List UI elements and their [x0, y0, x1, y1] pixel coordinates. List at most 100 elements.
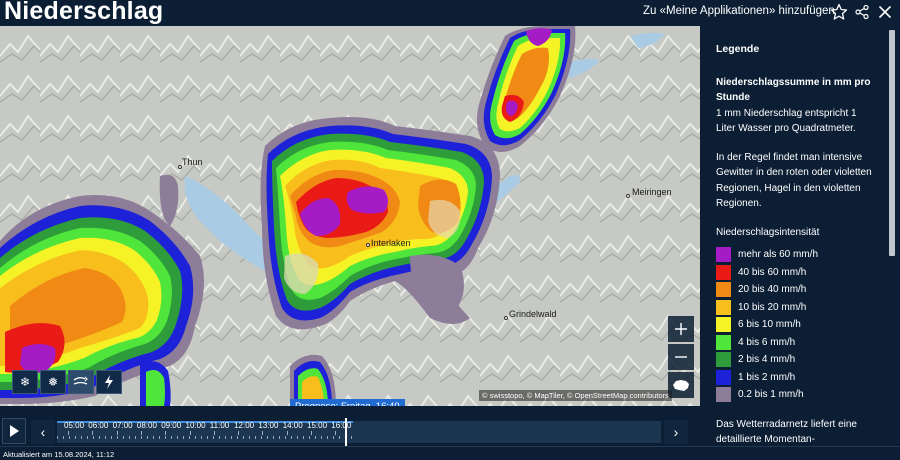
- play-icon: [10, 425, 19, 437]
- timeline-hour-tick: [165, 431, 167, 435]
- meiringen-marker: [626, 194, 630, 198]
- legend-item-label: 0.2 bis 1 mm/h: [738, 389, 804, 400]
- legend-swatch: [716, 369, 731, 385]
- layer-wind-button[interactable]: [68, 370, 94, 394]
- legend-item-label: 1 bis 2 mm/h: [738, 371, 796, 383]
- legend-item: 10 bis 20 mm/h: [716, 299, 878, 317]
- timeline-hour-label[interactable]: 07:00: [113, 421, 133, 430]
- zoom-out-button[interactable]: [668, 344, 694, 370]
- legend-scrollbar[interactable]: [889, 30, 895, 256]
- legend-item: 4 bis 6 mm/h: [716, 334, 878, 352]
- legend-description: 1 mm Niederschlag entspricht 1 Liter Was…: [716, 107, 857, 135]
- timeline-hour-tick: [262, 431, 264, 435]
- reset-view-button[interactable]: [668, 372, 694, 398]
- layer-hail-icon: ❄: [19, 375, 31, 389]
- timeline-hour-label[interactable]: 05:00: [64, 421, 84, 430]
- legend-item: 0.2 bis 1 mm/h: [716, 386, 878, 404]
- previous-step-button[interactable]: ‹: [31, 420, 55, 444]
- timeline-hour-label[interactable]: 09:00: [161, 421, 181, 430]
- legend-swatch: [716, 264, 731, 280]
- close-icon[interactable]: [875, 2, 895, 22]
- legend-item: 1 bis 2 mm/h: [716, 369, 878, 387]
- timeline-track[interactable]: 05:00 06:00 07:00 08:00 09:00 10:00 11:00 12:00…: [57, 421, 661, 443]
- timeline-hour-tick: [238, 431, 240, 435]
- footer-bar: Aktualisiert am 15.08.2024, 11:12: [0, 446, 900, 460]
- legend-radar-note: Das Wetterradarnetz liefert eine detaill…: [716, 418, 857, 446]
- switzerland-icon: [673, 379, 689, 391]
- add-to-my-apps-link[interactable]: Zu «Meine Applikationen» hinzufügen: [643, 5, 835, 17]
- map-canvas[interactable]: [0, 26, 700, 406]
- page-title: Niederschlag: [4, 0, 164, 25]
- timeline-hour-tick: [189, 431, 191, 435]
- place-label-interlaken: Interlaken: [371, 238, 411, 248]
- legend-item-label: 4 bis 6 mm/h: [738, 336, 796, 348]
- last-updated-text: Aktualisiert am 15.08.2024, 11:12: [3, 450, 115, 459]
- legend-item: 20 bis 40 mm/h: [716, 281, 878, 299]
- map-attribution[interactable]: © swisstopo, © MapTiler, © OpenStreetMap…: [479, 390, 672, 401]
- place-label-meiringen: Meiringen: [632, 187, 672, 197]
- layer-snow-icon: ❅: [47, 375, 59, 389]
- play-button[interactable]: [2, 418, 26, 444]
- legend-item: mehr als 60 mm/h: [716, 246, 878, 264]
- layer-snow-button[interactable]: ❅: [40, 370, 66, 394]
- timeline-hour-tick: [92, 431, 94, 435]
- intensity-heading: Niederschlagsintensität: [716, 226, 820, 238]
- legend-item: 40 bis 60 mm/h: [716, 264, 878, 282]
- timeline-minor-ticks: [57, 436, 353, 439]
- legend-title: Legende: [716, 43, 760, 55]
- timeline-hour-label[interactable]: 16:00: [331, 421, 351, 430]
- star-icon[interactable]: [829, 2, 849, 22]
- timeline-hour-label[interactable]: 11:00: [210, 421, 229, 430]
- interlaken-marker: [366, 243, 370, 247]
- zoom-in-icon: [675, 323, 687, 335]
- timeline-hour-label[interactable]: 15:00: [307, 421, 327, 430]
- timeline-hour-tick: [286, 431, 288, 435]
- legend-swatch: [716, 334, 731, 350]
- legend-thunderstorm-note: In der Regel findet man intensive Gewitt…: [716, 151, 872, 210]
- timeline-bar: ‹ 05:00 06:00 07:00 08:00 09:00 10:00 11:00 12:…: [0, 406, 700, 448]
- timeline-hour-label[interactable]: 12:00: [234, 421, 254, 430]
- legend-swatch: [716, 352, 731, 368]
- legend-item: 2 bis 4 mm/h: [716, 351, 878, 369]
- timeline-hour-label[interactable]: 10:00: [186, 421, 206, 430]
- chevron-right-icon: ›: [673, 424, 679, 440]
- legend-item-label: 10 bis 20 mm/h: [738, 301, 807, 313]
- layer-lightning-button[interactable]: [96, 370, 122, 394]
- legend-list: mehr als 60 mm/h 40 bis 60 mm/h 20 bis 40 …: [716, 246, 878, 404]
- legend-swatch: [716, 387, 731, 403]
- next-step-button[interactable]: ›: [664, 420, 688, 444]
- timeline-hour-tick: [311, 431, 312, 435]
- legend-item: 6 bis 10 mm/h: [716, 316, 878, 334]
- place-label-thun: Thun: [182, 157, 203, 167]
- timeline-hour-label[interactable]: 08:00: [137, 421, 157, 430]
- timeline-hour-label[interactable]: 14:00: [283, 421, 303, 430]
- legend-heading: Niederschlagssumme in mm pro Stunde: [716, 76, 871, 104]
- timeline-hour-label[interactable]: 13:00: [258, 421, 278, 430]
- legend-panel[interactable]: Legende Niederschlagssumme in mm pro Stu…: [700, 26, 900, 446]
- legend-item-label: mehr als 60 mm/h: [738, 249, 819, 260]
- layer-hail-button[interactable]: ❄: [12, 370, 38, 394]
- legend-item-label: 20 bis 40 mm/h: [738, 284, 807, 295]
- timeline-hour-label[interactable]: 06:00: [88, 421, 108, 430]
- timeline-hour-tick: [213, 431, 215, 435]
- layer-lightning-icon: [105, 375, 113, 389]
- radar-map[interactable]: Thun Interlaken Meiringen Grindelwald ❄ …: [0, 26, 700, 406]
- legend-item-label: 40 bis 60 mm/h: [738, 266, 807, 278]
- legend-swatch: [716, 247, 731, 263]
- legend-item-label: 6 bis 10 mm/h: [738, 319, 801, 330]
- legend-item-label: 2 bis 4 mm/h: [738, 354, 796, 365]
- grindelwald-marker: [504, 316, 508, 320]
- place-label-grindelwald: Grindelwald: [509, 309, 557, 319]
- zoom-in-button[interactable]: [668, 316, 694, 342]
- timeline-hour-tick: [335, 431, 337, 435]
- timeline-hour-tick: [116, 431, 118, 435]
- chevron-left-icon: ‹: [40, 424, 46, 440]
- layer-wind-icon: [73, 376, 88, 385]
- share-icon[interactable]: [852, 2, 872, 22]
- timeline-hour-tick: [140, 431, 142, 435]
- legend-swatch: [716, 299, 731, 315]
- header-bar: Niederschlag Zu «Meine Applikationen» hi…: [0, 0, 900, 26]
- zoom-out-icon: [675, 356, 687, 358]
- timeline-playhead[interactable]: [345, 418, 347, 448]
- legend-swatch: [716, 317, 731, 333]
